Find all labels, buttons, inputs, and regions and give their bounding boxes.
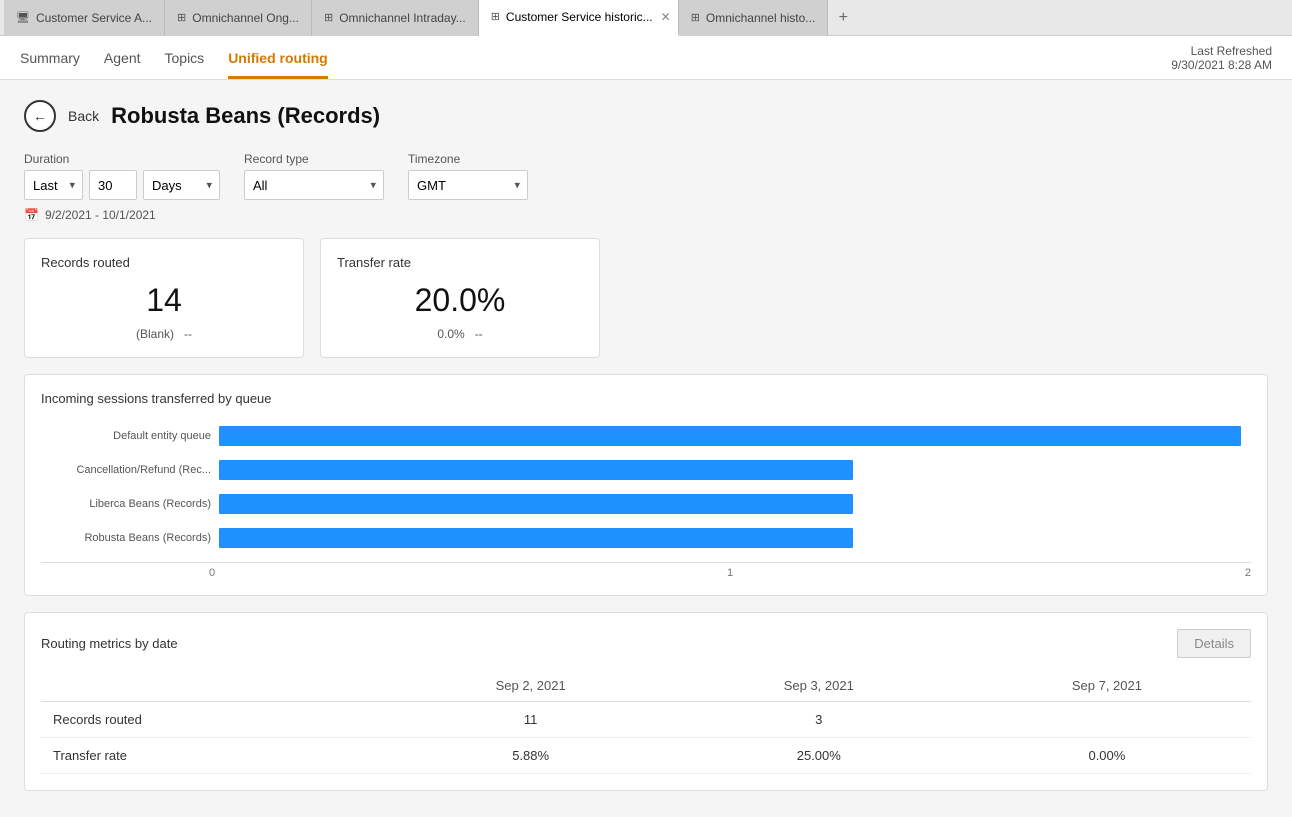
metric-transfer-rate: Transfer rate	[41, 738, 387, 774]
bar-label-1: Default entity queue	[51, 430, 211, 442]
bar-row-4: Robusta Beans (Records)	[51, 528, 1241, 548]
table-row: Transfer rate 5.88% 25.00% 0.00%	[41, 738, 1251, 774]
bar-row-3: Liberca Beans (Records)	[51, 494, 1241, 514]
bar-label-2: Cancellation/Refund (Rec...	[51, 464, 211, 476]
val-sep2-records: 11	[387, 702, 675, 738]
col-header-metric	[41, 670, 387, 702]
bar-fill-2	[219, 460, 853, 480]
chart-axis: 0 1 2	[41, 562, 1251, 579]
tab-omnichannel-ong[interactable]: ⊞ Omnichannel Ong...	[165, 0, 312, 36]
back-button[interactable]: ←	[24, 100, 56, 132]
col-header-sep7: Sep 7, 2021	[963, 670, 1251, 702]
bar-chart: Default entity queue Cancellation/Refund…	[41, 426, 1251, 548]
col-header-sep2: Sep 2, 2021	[387, 670, 675, 702]
transfer-rate-card: Transfer rate 20.0% 0.0% --	[320, 238, 600, 358]
main-content: ← Back Robusta Beans (Records) Duration …	[0, 80, 1292, 817]
add-tab-button[interactable]: +	[828, 0, 858, 36]
bar-row-1: Default entity queue	[51, 426, 1241, 446]
record-type-select[interactable]: All Cases Activities	[244, 170, 384, 200]
tab-topics[interactable]: Topics	[165, 36, 205, 79]
transfer-rate-sub: 0.0% --	[337, 327, 583, 341]
tab-icon-2: ⊞	[177, 11, 186, 24]
last-refreshed-value: 9/30/2021 8:28 AM	[1171, 58, 1272, 72]
transfer-rate-title: Transfer rate	[337, 255, 583, 270]
tab-icon-5: ⊞	[691, 11, 700, 24]
bar-fill-4	[219, 528, 853, 548]
val-sep3-transfer: 25.00%	[675, 738, 963, 774]
tab-icon-1: 🖥	[16, 11, 30, 24]
tab-omnichannel-histo[interactable]: ⊞ Omnichannel histo...	[679, 0, 829, 36]
tab-summary[interactable]: Summary	[20, 36, 80, 79]
tab-label-3: Omnichannel Intraday...	[339, 11, 466, 25]
last-refreshed-label: Last Refreshed	[1171, 44, 1272, 58]
timezone-filter: Timezone GMT UTC EST PST	[408, 152, 528, 200]
filter-row: Duration Last Days Weeks Months R	[24, 152, 1268, 200]
timezone-label: Timezone	[408, 152, 528, 166]
last-refreshed-block: Last Refreshed 9/30/2021 8:28 AM	[1171, 44, 1272, 72]
bar-container-1	[219, 426, 1241, 446]
bar-container-3	[219, 494, 1241, 514]
tab-agent[interactable]: Agent	[104, 36, 141, 79]
records-routed-sub: (Blank) --	[41, 327, 287, 341]
col-header-sep3: Sep 3, 2021	[675, 670, 963, 702]
bar-label-3: Liberca Beans (Records)	[51, 498, 211, 510]
val-sep7-records	[963, 702, 1251, 738]
duration-prefix-select[interactable]: Last	[24, 170, 83, 200]
val-sep2-transfer: 5.88%	[387, 738, 675, 774]
duration-unit-select[interactable]: Days Weeks Months	[143, 170, 220, 200]
bar-container-4	[219, 528, 1241, 548]
bar-row-2: Cancellation/Refund (Rec...	[51, 460, 1241, 480]
duration-label: Duration	[24, 152, 220, 166]
records-routed-title: Records routed	[41, 255, 287, 270]
routing-metrics-section: Routing metrics by date Details Sep 2, 2…	[24, 612, 1268, 791]
table-section-title: Routing metrics by date	[41, 636, 178, 651]
axis-label-2: 2	[1245, 567, 1251, 579]
axis-label-0: 0	[209, 567, 215, 579]
axis-label-1: 1	[727, 567, 733, 579]
tab-customer-service-a[interactable]: 🖥 Customer Service A...	[4, 0, 165, 36]
date-range: 📅 9/2/2021 - 10/1/2021	[24, 208, 1268, 222]
tab-omnichannel-intraday[interactable]: ⊞ Omnichannel Intraday...	[312, 0, 479, 36]
chart-section: Incoming sessions transferred by queue D…	[24, 374, 1268, 596]
tab-close-4[interactable]: ✕	[659, 10, 673, 24]
calendar-icon: 📅	[24, 208, 39, 222]
bar-container-2	[219, 460, 1241, 480]
tab-customer-service-historic[interactable]: ⊞ Customer Service historic... ✕	[479, 0, 679, 36]
page-header: ← Back Robusta Beans (Records)	[24, 100, 1268, 132]
timezone-select[interactable]: GMT UTC EST PST	[408, 170, 528, 200]
tab-icon-3: ⊞	[324, 11, 333, 24]
records-routed-value: 14	[41, 282, 287, 319]
transfer-rate-value: 20.0%	[337, 282, 583, 319]
date-range-value: 9/2/2021 - 10/1/2021	[45, 208, 156, 222]
record-type-filter: Record type All Cases Activities	[244, 152, 384, 200]
nav-bar: Summary Agent Topics Unified routing Las…	[0, 36, 1292, 80]
tab-label-4: Customer Service historic...	[506, 10, 653, 24]
back-label[interactable]: Back	[68, 108, 99, 124]
table-header-row: Routing metrics by date Details	[41, 629, 1251, 658]
val-sep3-records: 3	[675, 702, 963, 738]
tab-bar: 🖥 Customer Service A... ⊞ Omnichannel On…	[0, 0, 1292, 36]
val-sep7-transfer: 0.00%	[963, 738, 1251, 774]
duration-number-input[interactable]	[89, 170, 137, 200]
chart-title: Incoming sessions transferred by queue	[41, 391, 1251, 406]
cards-row: Records routed 14 (Blank) -- Transfer ra…	[24, 238, 1268, 358]
bar-label-4: Robusta Beans (Records)	[51, 532, 211, 544]
details-button[interactable]: Details	[1177, 629, 1251, 658]
tab-icon-4: ⊞	[491, 10, 500, 23]
table-row: Records routed 11 3	[41, 702, 1251, 738]
records-routed-card: Records routed 14 (Blank) --	[24, 238, 304, 358]
nav-tabs: Summary Agent Topics Unified routing	[20, 36, 328, 79]
bar-fill-3	[219, 494, 853, 514]
bar-fill-1	[219, 426, 1241, 446]
routing-metrics-table: Sep 2, 2021 Sep 3, 2021 Sep 7, 2021 Reco…	[41, 670, 1251, 774]
duration-filter: Duration Last Days Weeks Months	[24, 152, 220, 200]
table-header: Sep 2, 2021 Sep 3, 2021 Sep 7, 2021	[41, 670, 1251, 702]
tab-unified-routing[interactable]: Unified routing	[228, 36, 328, 79]
record-type-label: Record type	[244, 152, 384, 166]
tab-label-5: Omnichannel histo...	[706, 11, 815, 25]
tab-label-2: Omnichannel Ong...	[192, 11, 299, 25]
tab-label-1: Customer Service A...	[36, 11, 152, 25]
page-title: Robusta Beans (Records)	[111, 103, 380, 129]
metric-records-routed: Records routed	[41, 702, 387, 738]
